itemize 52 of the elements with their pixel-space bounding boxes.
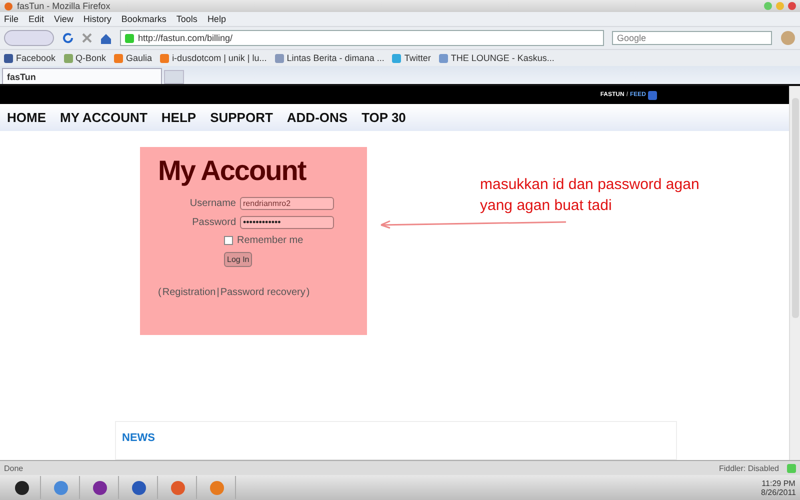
login-button[interactable]: Log In — [224, 252, 252, 267]
fiddler-status: Fiddler: Disabled — [718, 464, 779, 472]
username-field[interactable]: rendrianmro2 — [240, 196, 334, 210]
nav-link[interactable]: SUPPORT — [210, 110, 273, 125]
nav-link[interactable]: HOME — [7, 110, 46, 125]
bookmark-link[interactable]: Facebook — [4, 53, 56, 63]
menu-item[interactable]: File — [4, 14, 19, 24]
bookmark-link[interactable]: Q-Bonk — [64, 53, 106, 63]
clock-time: 11:29 PM — [762, 478, 796, 488]
separator-text: | — [216, 286, 220, 298]
field-label: Password — [191, 216, 236, 228]
nav-link[interactable]: HELP — [161, 110, 196, 125]
search-field[interactable]: Google — [612, 31, 772, 45]
news-heading: NEWS — [122, 432, 155, 444]
nav-link[interactable]: TOP 30 — [362, 110, 406, 125]
checkbox-label: Remember me — [237, 234, 304, 246]
bookmark-link[interactable]: Twitter — [392, 53, 431, 63]
browser-tab[interactable]: fasTun — [2, 68, 162, 84]
address-bar[interactable]: http://fastun.com/billing/ — [120, 30, 604, 46]
rss-icon — [648, 90, 657, 100]
menu-item[interactable]: View — [54, 14, 74, 24]
recovery-link[interactable]: Password recovery — [220, 286, 306, 298]
menu-item[interactable]: Edit — [28, 14, 44, 24]
nav-link[interactable]: ADD-ONS — [286, 110, 348, 125]
checkbox[interactable] — [224, 236, 233, 245]
paren-text: ( — [158, 286, 162, 298]
nav-link[interactable]: MY ACCOUNT — [60, 110, 148, 125]
field-label: Username — [188, 198, 236, 209]
paren-text: ) — [306, 286, 310, 298]
maximize-button[interactable] — [764, 2, 772, 10]
window-title: fasTun - Mozilla Firefox — [17, 1, 110, 11]
status-text: Done — [4, 464, 24, 472]
bookmark-link[interactable]: THE LOUNGE - Kaskus... — [438, 53, 554, 63]
back-forward-buttons[interactable] — [4, 30, 54, 46]
addon-icon — [787, 464, 796, 472]
bookmark-link[interactable]: i-dusdotcom | unik | lu... — [160, 53, 267, 63]
scrollbar[interactable] — [789, 86, 800, 460]
home-icon[interactable] — [100, 32, 112, 44]
menu-item[interactable]: Bookmarks — [121, 14, 166, 24]
bookmark-link[interactable]: Gaulia — [114, 53, 152, 63]
annotation-text: masukkan id dan password agan yang agan buat tadi — [480, 175, 700, 216]
menu-item[interactable]: History — [83, 14, 112, 24]
bookmark-link[interactable]: Lintas Berita - dimana ... — [274, 53, 384, 63]
panel-heading: My Account — [158, 154, 308, 187]
close-button[interactable] — [788, 2, 796, 10]
reload-icon[interactable] — [62, 32, 74, 44]
stop-icon[interactable] — [82, 33, 92, 43]
menu-item[interactable]: Help — [207, 14, 226, 24]
clock-date: 8/26/2011 — [761, 488, 796, 496]
password-field[interactable]: •••••••••••• — [240, 216, 334, 229]
registration-link[interactable]: Registration — [162, 286, 216, 298]
menu-item[interactable]: Tools — [176, 14, 198, 24]
